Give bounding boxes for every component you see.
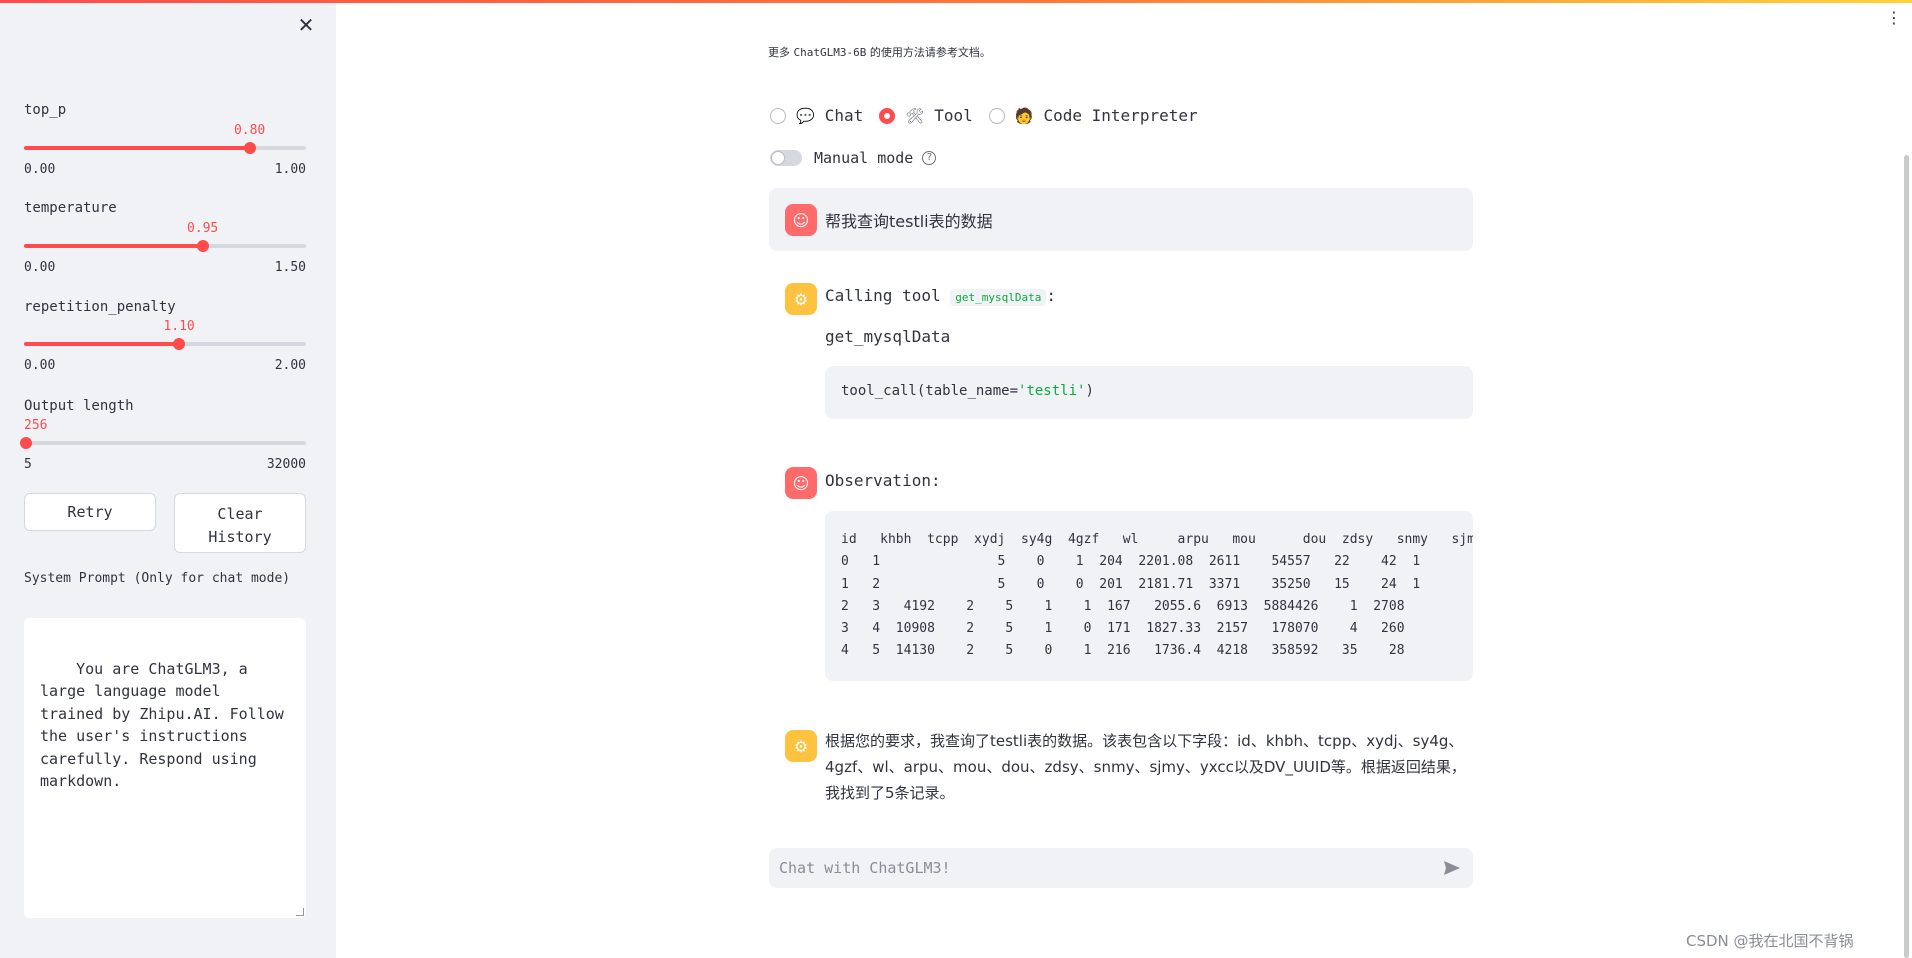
manual-mode-toggle[interactable] bbox=[770, 150, 802, 166]
slider-max: 2.00 bbox=[274, 358, 306, 373]
assistant-avatar-icon: ⚙ bbox=[785, 283, 817, 315]
slider-thumb[interactable] bbox=[173, 338, 186, 350]
radio-circle[interactable] bbox=[770, 107, 786, 124]
page-scrollbar[interactable] bbox=[1904, 155, 1909, 958]
manual-mode-row: Manual mode ? bbox=[770, 149, 937, 167]
radio-label: Code Interpreter bbox=[1043, 106, 1198, 125]
chat-input-bar bbox=[769, 848, 1473, 888]
slider-min: 0.00 bbox=[24, 358, 56, 373]
system-prompt-text: You are ChatGLM3, a large language model… bbox=[40, 659, 293, 791]
radio-label: Tool bbox=[934, 106, 973, 125]
code-fn: tool_call( bbox=[841, 383, 926, 399]
sidebar: ✕ top_p 0.80 0.00 1.00 temperature 0.95 … bbox=[0, 0, 336, 958]
intro-code: ChatGLM3-6B bbox=[793, 46, 867, 59]
slider-value: 0.80 bbox=[233, 123, 266, 138]
assistant-answer-text: 根据您的要求，我查询了testli表的数据。该表包含以下字段：id、khbh、t… bbox=[825, 732, 1466, 802]
radio-label: Chat bbox=[824, 106, 864, 125]
slider-min: 5 bbox=[24, 457, 32, 472]
slider-range: 0.00 2.00 bbox=[24, 358, 306, 373]
mode-radio-tool[interactable]: 🛠 Tool bbox=[879, 106, 973, 125]
close-sidebar-icon[interactable]: ✕ bbox=[296, 15, 316, 35]
intro-text: 更多 ChatGLM3-6B 的使用方法请参考文档。 bbox=[768, 44, 991, 60]
slider-range: 0.00 1.50 bbox=[24, 260, 306, 275]
toggle-knob bbox=[772, 152, 784, 164]
main-menu-icon[interactable]: ⋮ bbox=[1886, 10, 1902, 26]
mode-radio-chat[interactable]: 💬 Chat bbox=[770, 106, 863, 125]
calling-tool-prefix: Calling tool bbox=[825, 286, 941, 305]
slider-track[interactable] bbox=[20, 437, 306, 449]
slider-label: temperature bbox=[24, 200, 117, 216]
code-arg: table_name= bbox=[925, 383, 1019, 399]
help-icon[interactable]: ? bbox=[922, 151, 937, 165]
intro-suffix: 的使用方法请参考文档。 bbox=[869, 46, 991, 59]
slider-label: Output length bbox=[24, 398, 134, 414]
technologist-icon: 🧑 bbox=[1014, 106, 1034, 125]
user-message: ☺ 帮我查询testli表的数据 bbox=[769, 188, 1473, 251]
slider-thumb[interactable] bbox=[243, 142, 256, 154]
user-avatar-icon: ☺ bbox=[785, 204, 817, 236]
calling-tool-suffix: : bbox=[1046, 286, 1056, 305]
clear-button-label-line2: History bbox=[208, 528, 272, 546]
slider-range: 5 32000 bbox=[24, 457, 306, 472]
slider-max: 1.50 bbox=[274, 260, 306, 275]
slider-range: 0.00 1.00 bbox=[24, 162, 306, 177]
slider-fill bbox=[24, 342, 180, 346]
clear-button-label-line1: Clear bbox=[217, 505, 263, 523]
observation-table-block: id khbh tcpp xydj sy4g 4gzf wl arpu mou … bbox=[825, 511, 1473, 681]
output-length-slider[interactable]: Output length 256 5 32000 bbox=[20, 398, 306, 472]
slider-max: 1.00 bbox=[274, 162, 306, 177]
slider-thumb[interactable] bbox=[196, 240, 209, 252]
watermark: CSDN @我在北国不背锅 bbox=[1686, 932, 1854, 950]
tool-call-code-block: tool_call(table_name='testli') bbox=[825, 366, 1473, 419]
top-decoration-bar bbox=[0, 0, 1912, 3]
radio-circle[interactable] bbox=[988, 107, 1005, 124]
user-message-text: 帮我查询testli表的数据 bbox=[825, 212, 993, 231]
system-prompt-label: System Prompt (Only for chat mode) bbox=[24, 571, 291, 586]
slider-fill bbox=[24, 146, 250, 150]
send-icon[interactable] bbox=[1443, 860, 1461, 876]
temperature-slider[interactable]: temperature 0.95 0.00 1.50 bbox=[24, 200, 306, 275]
resize-handle-icon[interactable] bbox=[296, 908, 304, 916]
clear-history-button[interactable]: Clear History bbox=[174, 493, 306, 553]
manual-mode-label: Manual mode bbox=[814, 149, 914, 167]
slider-track[interactable] bbox=[24, 142, 306, 154]
calling-tool-line: Calling tool get_mysqlData: bbox=[825, 286, 1056, 306]
radio-circle-selected[interactable] bbox=[879, 107, 896, 124]
slider-track[interactable] bbox=[24, 338, 306, 350]
code-string: 'testli' bbox=[1018, 383, 1086, 399]
slider-min: 0.00 bbox=[24, 260, 56, 275]
repetition-penalty-slider[interactable]: repetition_penalty 1.10 0.00 2.00 bbox=[24, 299, 306, 373]
tools-icon: 🛠 bbox=[905, 106, 925, 125]
retry-button-label: Retry bbox=[67, 503, 113, 521]
tool-name-code: get_mysqlData bbox=[950, 289, 1047, 306]
slider-value: 0.95 bbox=[186, 221, 219, 236]
mode-radio-group: 💬 Chat 🛠 Tool 🧑 Code Interpreter bbox=[770, 106, 1214, 125]
top-p-slider[interactable]: top_p 0.80 0.00 1.00 bbox=[24, 102, 306, 177]
slider-thumb[interactable] bbox=[20, 437, 33, 449]
slider-max: 32000 bbox=[266, 457, 306, 472]
intro-prefix: 更多 bbox=[768, 46, 790, 59]
slider-fill bbox=[24, 244, 203, 248]
slider-value: 1.10 bbox=[163, 319, 195, 334]
mode-radio-code-interpreter[interactable]: 🧑 Code Interpreter bbox=[988, 106, 1198, 125]
retry-button[interactable]: Retry bbox=[24, 493, 156, 531]
assistant-avatar-icon: ⚙ bbox=[785, 730, 817, 762]
chat-input[interactable] bbox=[769, 848, 1409, 888]
slider-label: repetition_penalty bbox=[24, 299, 176, 315]
slider-track[interactable] bbox=[24, 240, 306, 252]
slider-value: 256 bbox=[24, 418, 48, 433]
system-prompt-textarea[interactable]: You are ChatGLM3, a large language model… bbox=[24, 618, 306, 918]
tool-call-code: tool_call(table_name='testli') bbox=[841, 383, 1457, 399]
tool-name-heading: get_mysqlData bbox=[825, 327, 951, 346]
speech-bubble-icon: 💬 bbox=[796, 106, 815, 125]
observation-label: Observation: bbox=[825, 471, 941, 490]
observation-table: id khbh tcpp xydj sy4g 4gzf wl arpu mou … bbox=[841, 532, 1473, 659]
slider-min: 0.00 bbox=[24, 162, 56, 177]
slider-label: top_p bbox=[24, 102, 67, 118]
code-close: ) bbox=[1085, 383, 1094, 399]
observation-avatar-icon: ☺ bbox=[785, 467, 817, 499]
